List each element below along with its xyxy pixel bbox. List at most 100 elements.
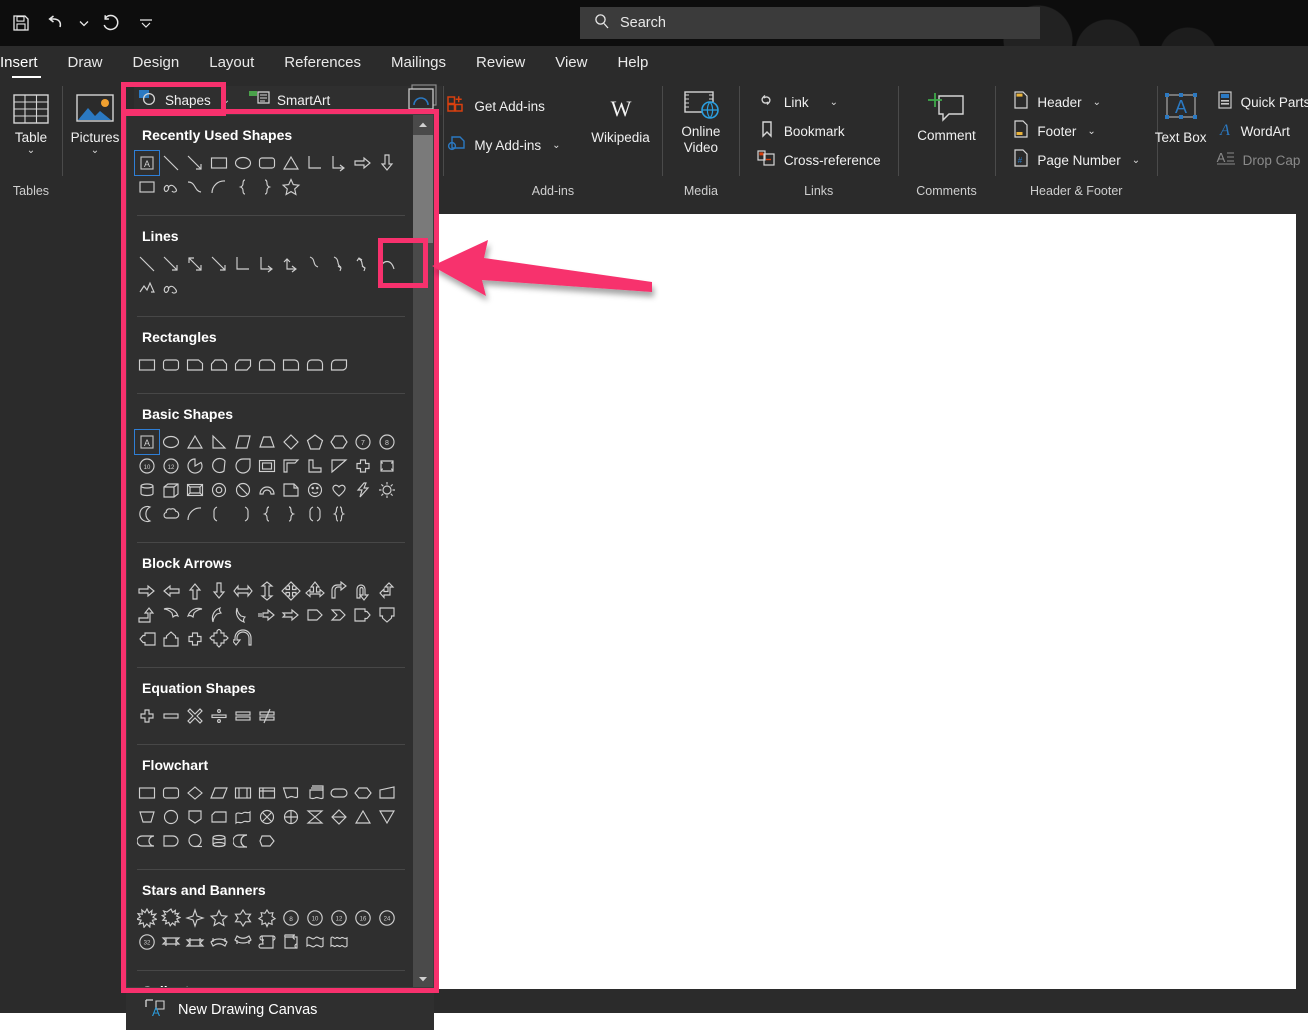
text-box-button[interactable]: A Text Box [1152, 86, 1210, 146]
shape-star-5[interactable] [207, 906, 231, 930]
footer-chevron-down-icon[interactable]: ⌄ [1087, 126, 1095, 137]
tab-help[interactable]: Help [602, 46, 663, 80]
shape-document[interactable] [279, 781, 303, 805]
shape-donut[interactable] [207, 478, 231, 502]
wordart-button[interactable]: A WordArt [1212, 117, 1294, 146]
tab-references[interactable]: References [269, 46, 376, 80]
new-drawing-canvas-item[interactable]: A New Drawing Canvas [126, 990, 434, 1030]
shape-wave[interactable] [303, 930, 327, 954]
header-button[interactable]: Header ⌄ [1008, 88, 1105, 117]
shape-cylinder[interactable] [135, 478, 159, 502]
shape-right-brace[interactable] [255, 175, 279, 199]
shape-chord[interactable] [207, 454, 231, 478]
shapes-chevron-down-icon[interactable]: ⌄ [222, 95, 230, 106]
shape-decision[interactable] [183, 781, 207, 805]
shape-freeform[interactable] [135, 276, 159, 300]
shape-card[interactable] [207, 805, 231, 829]
tab-view[interactable]: View [540, 46, 602, 80]
shape-left-up-arrow[interactable] [375, 579, 399, 603]
undo-icon[interactable] [40, 6, 74, 40]
shape-curved-arrow-connector[interactable] [327, 252, 351, 276]
shape-sequential-access-storage[interactable] [183, 829, 207, 853]
shape-vertical-scroll[interactable] [255, 930, 279, 954]
shape-minus[interactable] [159, 704, 183, 728]
pictures-button[interactable]: Pictures ⌄ [64, 86, 126, 157]
shape-line-arrow-2[interactable] [207, 252, 231, 276]
shape-circular-arrow[interactable] [231, 627, 255, 651]
shape-direct-access-storage[interactable] [231, 829, 255, 853]
shape-up-arrow[interactable] [183, 579, 207, 603]
shape-curved-left-arrow[interactable] [183, 603, 207, 627]
shape-explosion-1[interactable] [135, 906, 159, 930]
shape-bevel[interactable] [183, 478, 207, 502]
link-chevron-down-icon[interactable]: ⌄ [830, 97, 838, 108]
drop-cap-button[interactable]: A Drop Cap [1212, 146, 1305, 175]
shape-bent-arrow[interactable] [327, 579, 351, 603]
shape-curved-down-arrow[interactable] [231, 603, 255, 627]
shape-star-12[interactable]: 12 [327, 906, 351, 930]
shape-pentagon[interactable] [303, 430, 327, 454]
shape-sort[interactable] [327, 805, 351, 829]
shape-moon[interactable] [135, 502, 159, 526]
shape-cross[interactable] [351, 454, 375, 478]
shape-data[interactable] [207, 781, 231, 805]
shape-curved-down-ribbon[interactable] [231, 930, 255, 954]
shape-teardrop[interactable] [231, 454, 255, 478]
shape-sun[interactable] [375, 478, 399, 502]
shape-rectangle[interactable] [207, 151, 231, 175]
shape-trapezoid[interactable] [255, 430, 279, 454]
shape-half-frame[interactable] [279, 454, 303, 478]
shape-line[interactable] [159, 151, 183, 175]
shape-extract[interactable] [351, 805, 375, 829]
shape-star-6[interactable] [231, 906, 255, 930]
shape-or[interactable] [279, 805, 303, 829]
shape-arc[interactable] [183, 502, 207, 526]
shape-parallelogram[interactable] [231, 430, 255, 454]
shape-line-arrow[interactable] [183, 151, 207, 175]
shape-left-brace[interactable] [255, 502, 279, 526]
wikipedia-button[interactable]: W Wikipedia [579, 86, 663, 145]
shape-l-shape[interactable] [303, 454, 327, 478]
shape-explosion-2[interactable] [159, 906, 183, 930]
shape-terminator[interactable] [327, 781, 351, 805]
redo-icon[interactable] [94, 6, 128, 40]
comment-button[interactable]: Comment [904, 86, 990, 143]
shape-rounded-rect-callout[interactable] [135, 175, 159, 199]
get-addins-button[interactable]: Get Add-ins [443, 92, 564, 121]
chart-button[interactable] [404, 84, 442, 115]
shape-block-arc[interactable] [255, 478, 279, 502]
online-video-button[interactable]: Online Video [668, 86, 734, 156]
tab-insert[interactable]: Insert [0, 46, 53, 80]
shape-divide[interactable] [207, 704, 231, 728]
shape-magnetic-disk[interactable] [207, 829, 231, 853]
shape-scribble[interactable] [159, 175, 183, 199]
shape-double-bracket[interactable] [303, 502, 327, 526]
shape-display[interactable] [255, 829, 279, 853]
shape-down-ribbon[interactable] [183, 930, 207, 954]
shape-snip-and-round-corner[interactable] [255, 353, 279, 377]
bookmark-button[interactable]: Bookmark [753, 117, 849, 146]
shape-snip-diagonal-corner[interactable] [231, 353, 255, 377]
header-chevron-down-icon[interactable]: ⌄ [1093, 97, 1101, 108]
pictures-chevron-down-icon[interactable]: ⌄ [91, 145, 99, 157]
shape-u-turn-arrow[interactable] [351, 579, 375, 603]
shape-up-down-arrow[interactable] [255, 579, 279, 603]
gallery-scrollbar-thumb[interactable] [413, 135, 433, 243]
shape-lightning-bolt[interactable] [351, 478, 375, 502]
shape-up-arrow-callout[interactable] [159, 627, 183, 651]
shape-decagon[interactable]: 10 [135, 454, 159, 478]
shape-line-double-arrow[interactable] [183, 252, 207, 276]
shape-quad-arrow[interactable] [279, 579, 303, 603]
shape-heptagon[interactable]: 7 [351, 430, 375, 454]
shape-double-brace[interactable] [327, 502, 351, 526]
shape-diagonal-stripe[interactable] [327, 454, 351, 478]
shape-delay[interactable] [159, 829, 183, 853]
shape-star-10[interactable]: 10 [303, 906, 327, 930]
shape-diamond[interactable] [279, 430, 303, 454]
shape-internal-storage[interactable] [255, 781, 279, 805]
shape-elbow-arrow-connector[interactable] [327, 151, 351, 175]
shape-frame[interactable] [255, 454, 279, 478]
shape-rounded-rectangle[interactable] [159, 353, 183, 377]
shape-cube[interactable] [159, 478, 183, 502]
shape-round-single-corner[interactable] [279, 353, 303, 377]
